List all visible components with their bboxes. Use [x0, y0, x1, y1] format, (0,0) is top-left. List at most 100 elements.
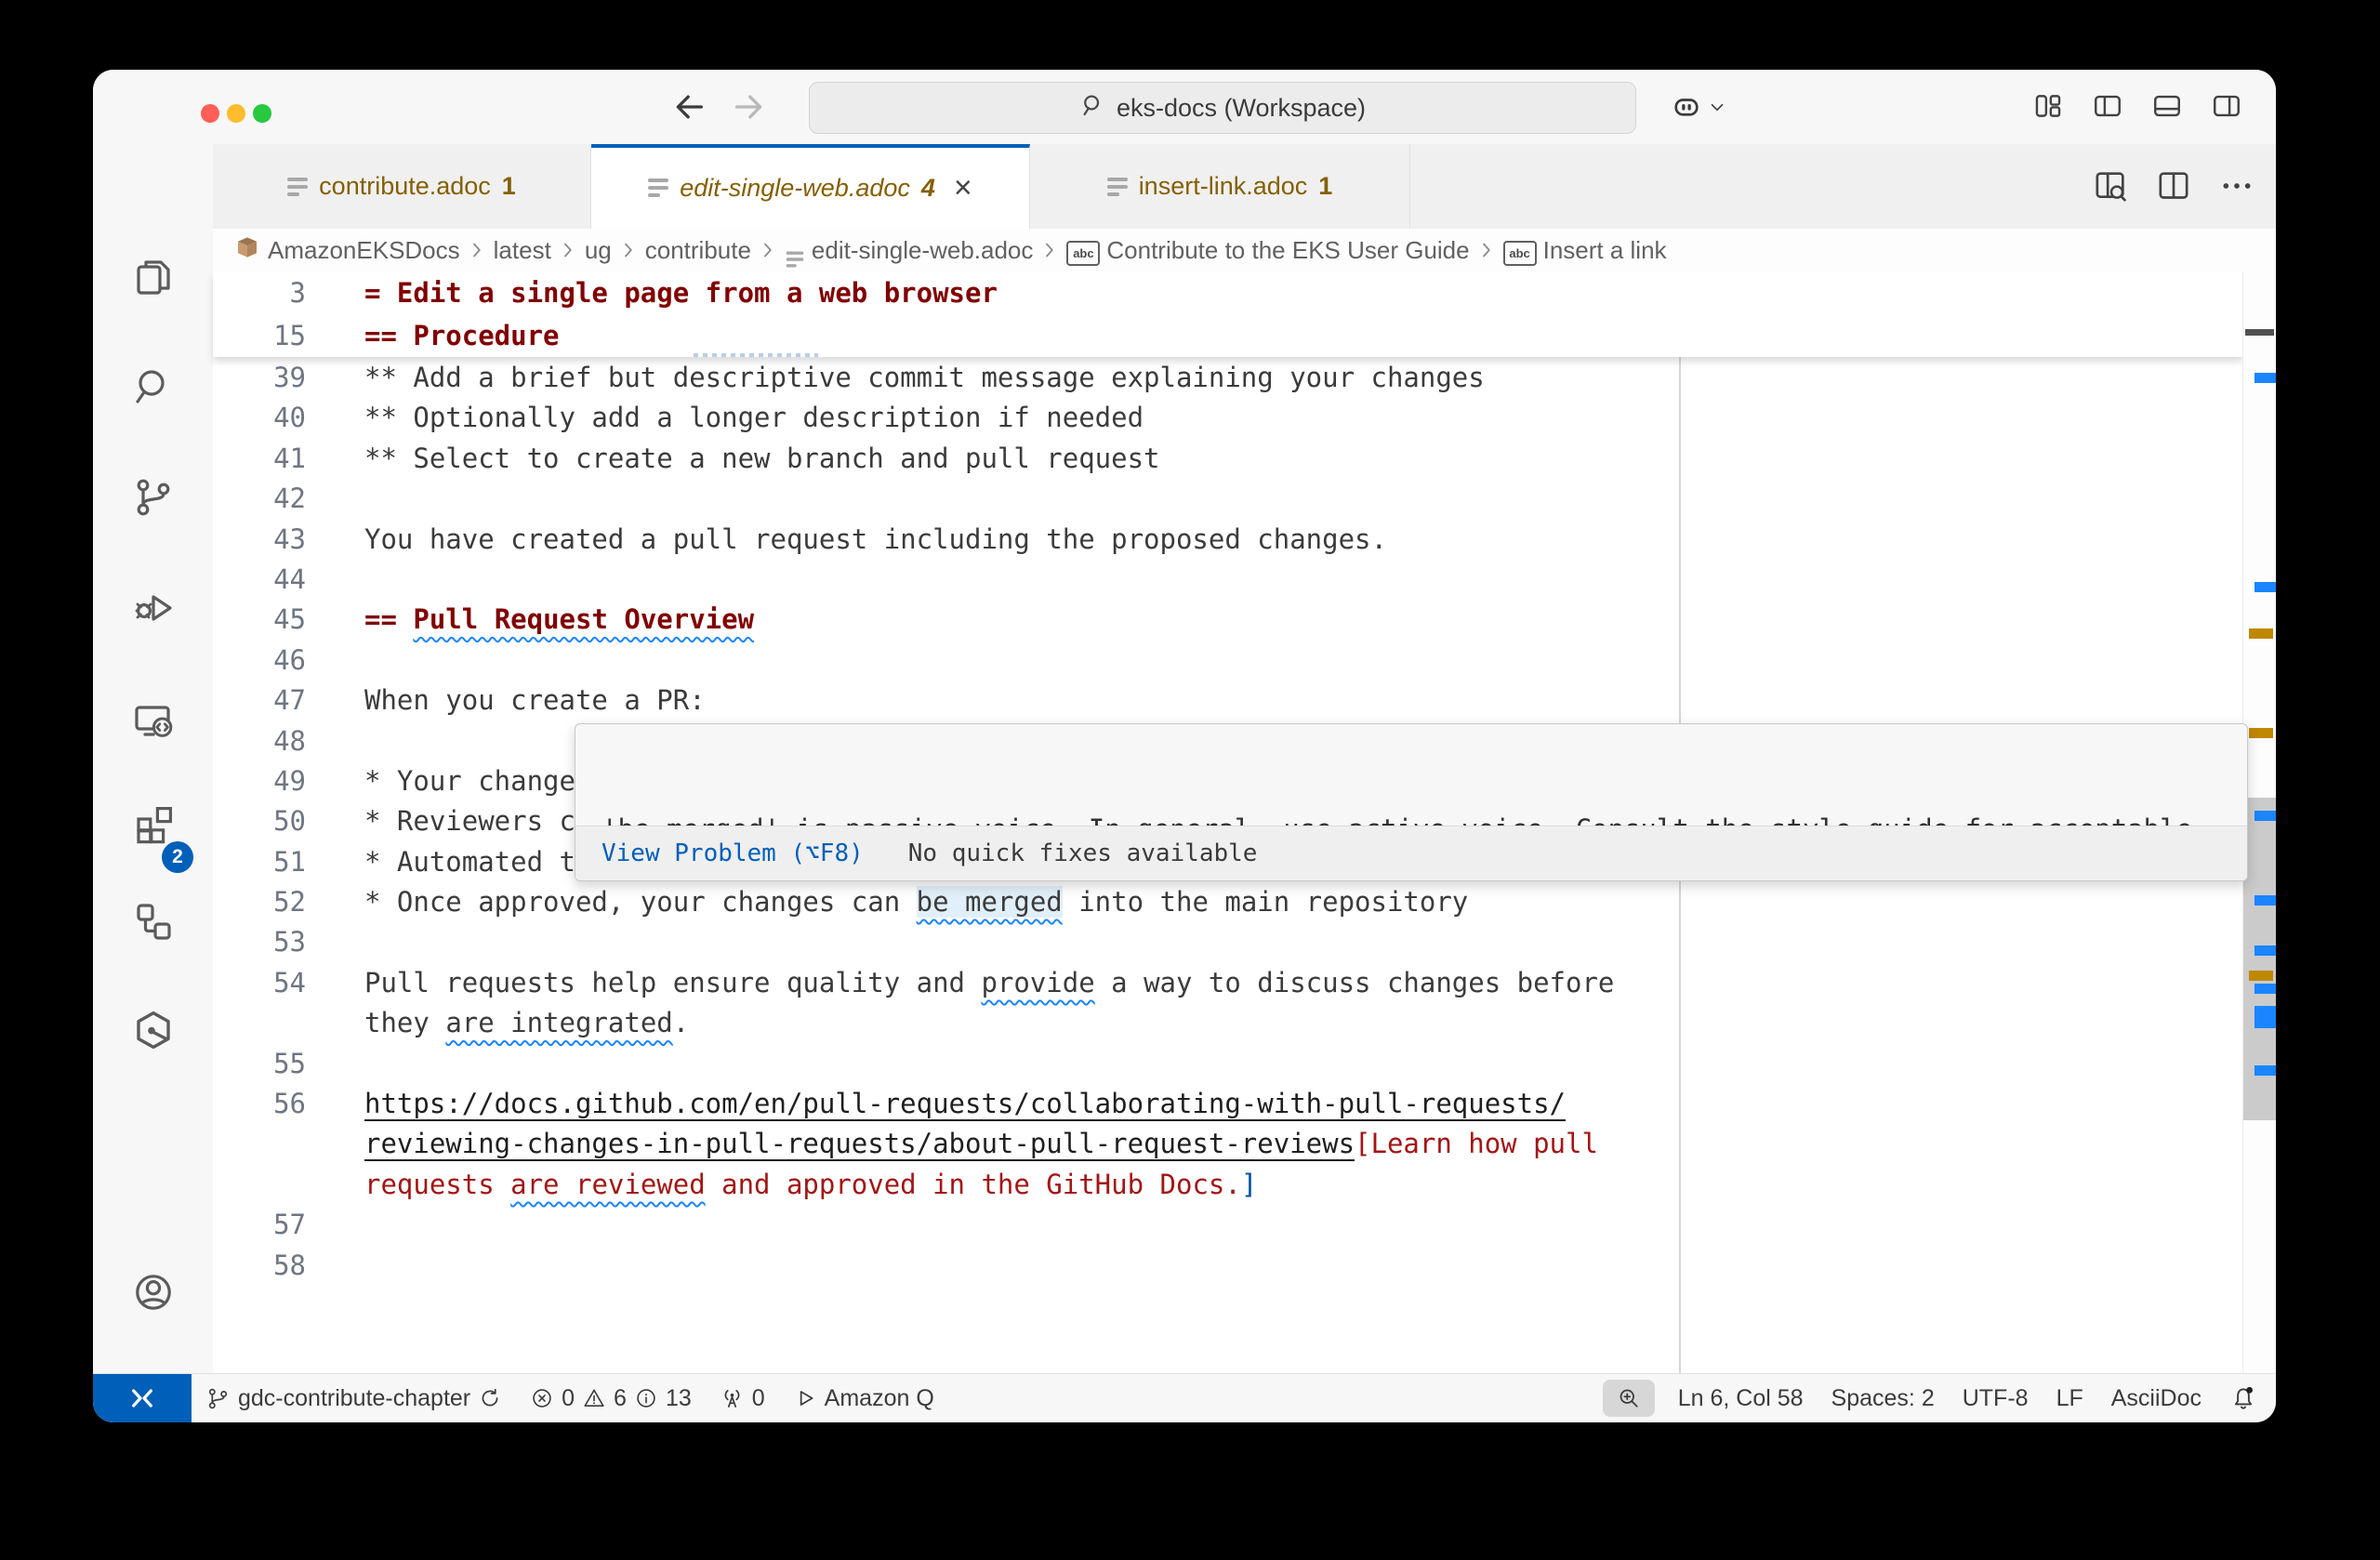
code-line[interactable]: they are integrated. — [213, 1003, 2276, 1043]
code-line[interactable]: 46 — [213, 641, 2276, 681]
split-editor-icon[interactable] — [2155, 167, 2192, 209]
no-quick-fixes-label: No quick fixes available — [908, 839, 1258, 867]
overview-info-marker — [2254, 945, 2276, 956]
code-line[interactable]: 40** Optionally add a longer description… — [213, 398, 2276, 438]
notifications-bell[interactable] — [2215, 1374, 2261, 1422]
problems-item[interactable]: 0 6 13 — [516, 1374, 706, 1422]
breadcrumb-separator-icon — [1038, 239, 1061, 261]
copilot-icon — [1670, 90, 1703, 128]
tab-label: edit-single-web.adoc — [680, 174, 910, 203]
code-line[interactable]: 58 — [213, 1246, 2276, 1286]
maximize-window-button[interactable] — [253, 104, 271, 123]
cursor-position-item[interactable]: Ln 6, Col 58 — [1664, 1374, 1818, 1422]
code-line[interactable]: 41** Select to create a new branch and p… — [213, 439, 2276, 479]
breadcrumb-item[interactable]: latest — [494, 236, 551, 265]
line-number: 44 — [213, 560, 306, 600]
navigate-back-button[interactable] — [670, 88, 707, 126]
amazon-q-icon[interactable] — [131, 1008, 176, 1052]
code-line[interactable]: 55 — [213, 1044, 2276, 1084]
breadcrumb-label: ug — [585, 236, 612, 265]
code-line[interactable]: 44 — [213, 560, 2276, 600]
breadcrumb-label: contribute — [645, 236, 751, 265]
code-text: == Procedure — [364, 314, 560, 357]
minimize-window-button[interactable] — [227, 104, 245, 123]
toggle-panel-icon[interactable] — [2151, 90, 2183, 122]
adoc-file-icon — [785, 231, 805, 269]
code-editor[interactable]: 39** Add a brief but descriptive commit … — [213, 271, 2276, 1374]
remote-indicator-button[interactable] — [93, 1374, 192, 1422]
source-control-icon[interactable] — [131, 475, 176, 520]
breadcrumb-item[interactable]: abcInsert a link — [1503, 235, 1667, 266]
eol-item[interactable]: LF — [2043, 1374, 2097, 1422]
command-center-search[interactable]: eks-docs (Workspace) — [809, 82, 1636, 134]
breadcrumb-item[interactable]: abcContribute to the EKS User Guide — [1066, 235, 1469, 266]
code-line[interactable]: 45== Pull Request Overview — [213, 600, 2276, 640]
code-line[interactable]: 57 — [213, 1205, 2276, 1245]
customize-layout-icon[interactable] — [2032, 90, 2064, 122]
code-line[interactable]: 56https://docs.github.com/en/pull-reques… — [213, 1084, 2276, 1124]
code-text: You have created a pull request includin… — [364, 520, 1387, 560]
dependencies-icon[interactable] — [131, 899, 176, 944]
explorer-icon[interactable] — [131, 255, 176, 299]
overview-info-marker — [2254, 582, 2276, 592]
breadcrumb-label: Contribute to the EKS User Guide — [1106, 236, 1469, 265]
breadcrumb-item[interactable]: contribute — [645, 236, 751, 265]
toggle-secondary-sidebar-icon[interactable] — [2211, 90, 2242, 122]
breadcrumb-item[interactable]: AmazonEKSDocs — [233, 233, 460, 268]
line-number: 48 — [213, 721, 306, 761]
overview-cursor-marker — [2245, 329, 2274, 336]
open-preview-icon[interactable] — [2092, 167, 2129, 209]
close-window-button[interactable] — [201, 104, 219, 123]
code-line[interactable]: 3= Edit a single page from a web browser — [213, 271, 2243, 314]
extensions-icon[interactable] — [131, 801, 176, 846]
run-debug-icon[interactable] — [131, 586, 176, 630]
zoom-indicator-button[interactable] — [1603, 1380, 1655, 1417]
ports-item[interactable]: 0 — [706, 1374, 779, 1422]
encoding-item[interactable]: UTF-8 — [1949, 1374, 2043, 1422]
code-line[interactable]: 15== Procedure — [213, 314, 2243, 357]
tab-edit-single-web-adoc[interactable]: edit-single-web.adoc 4 × — [591, 144, 1030, 229]
bell-icon — [2229, 1384, 2257, 1412]
line-number: 51 — [213, 842, 306, 882]
code-line[interactable]: 42 — [213, 479, 2276, 519]
overview-warning-marker — [2249, 971, 2273, 981]
toggle-primary-sidebar-icon[interactable] — [2092, 90, 2123, 122]
breadcrumb-label: Insert a link — [1543, 236, 1667, 265]
branch-icon — [205, 1386, 231, 1411]
close-tab-icon[interactable]: × — [954, 174, 972, 202]
tab-contribute-adoc[interactable]: contribute.adoc 1 — [213, 144, 591, 229]
broadcast-tower-icon — [720, 1386, 745, 1411]
line-number: 46 — [213, 641, 306, 681]
line-number: 47 — [213, 681, 306, 721]
code-line[interactable]: 47When you create a PR: — [213, 681, 2276, 721]
accounts-icon[interactable] — [131, 1270, 176, 1315]
view-problem-button[interactable]: View Problem (⌥F8) — [602, 839, 864, 867]
remote-explorer-icon[interactable] — [131, 698, 176, 743]
line-number: 57 — [213, 1205, 306, 1245]
sticky-scroll[interactable]: 3= Edit a single page from a web browser… — [213, 271, 2243, 357]
navigate-forward-button[interactable] — [731, 88, 768, 126]
code-text: Pull requests help ensure quality and pr… — [364, 963, 1614, 1003]
code-line[interactable]: 39** Add a brief but descriptive commit … — [213, 358, 2276, 398]
error-icon — [530, 1386, 554, 1410]
code-line[interactable]: requests are reviewed and approved in th… — [213, 1165, 2276, 1205]
amazon-q-item[interactable]: Amazon Q — [779, 1374, 948, 1422]
code-line[interactable]: 53 — [213, 922, 2276, 962]
line-number: 40 — [213, 398, 306, 438]
tab-insert-link-adoc[interactable]: insert-link.adoc 1 — [1030, 144, 1410, 229]
breadcrumb-item[interactable]: ug — [585, 236, 612, 265]
copilot-menu[interactable] — [1670, 90, 1727, 128]
code-line[interactable]: 52* Once approved, your changes can be m… — [213, 882, 2276, 922]
indentation-item[interactable]: Spaces: 2 — [1818, 1374, 1949, 1422]
breadcrumb-item[interactable]: edit-single-web.adoc — [785, 231, 1033, 269]
language-mode-item[interactable]: AsciiDoc — [2097, 1374, 2215, 1422]
code-text: ** Select to create a new branch and pul… — [364, 439, 1160, 479]
code-line[interactable]: reviewing-changes-in-pull-requests/about… — [213, 1124, 2276, 1164]
git-branch-item[interactable]: gdc-contribute-chapter — [192, 1374, 516, 1422]
code-line[interactable]: 54Pull requests help ensure quality and … — [213, 963, 2276, 1003]
code-line[interactable]: 43You have created a pull request includ… — [213, 520, 2276, 560]
breadcrumb-separator-icon — [466, 239, 488, 261]
activity-bar: 2 — [93, 144, 213, 1374]
more-actions-icon[interactable] — [2218, 167, 2255, 209]
search-icon[interactable] — [131, 364, 176, 408]
